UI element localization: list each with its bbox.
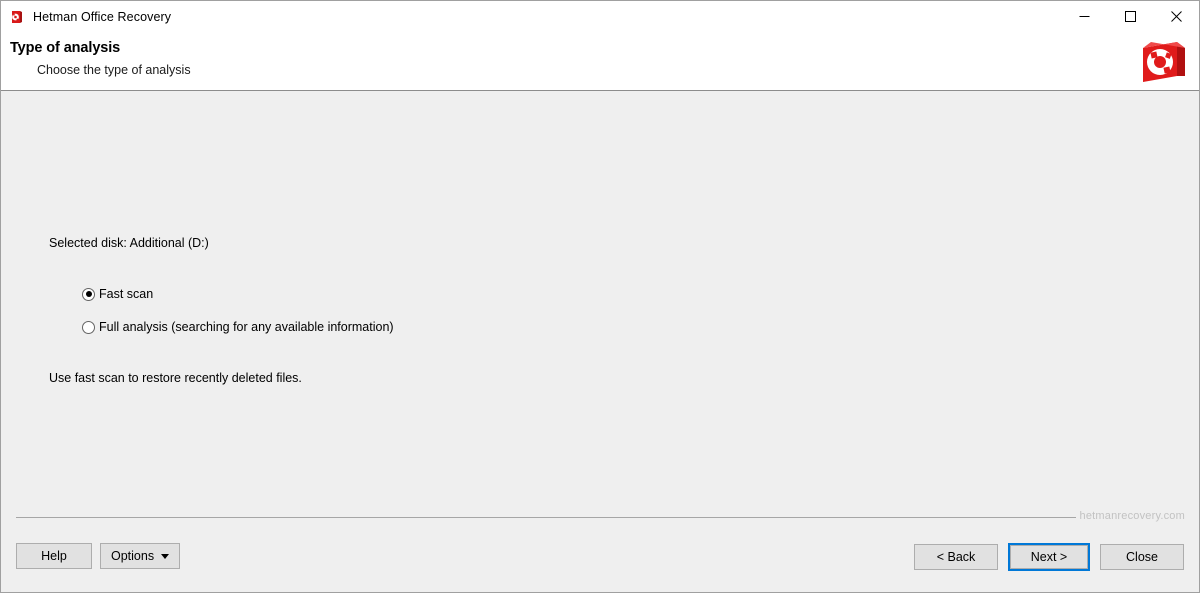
- close-button[interactable]: [1153, 1, 1199, 32]
- radio-fast-scan-icon[interactable]: [82, 287, 95, 301]
- radio-option-full-analysis[interactable]: Full analysis (searching for any availab…: [82, 318, 394, 336]
- footer-right-buttons: < Back Next > Close: [914, 543, 1184, 571]
- page-subtitle: Choose the type of analysis: [37, 63, 191, 77]
- next-button[interactable]: Next >: [1010, 545, 1088, 569]
- radio-option-fast-scan[interactable]: Fast scan: [82, 285, 394, 303]
- options-button[interactable]: Options: [100, 543, 181, 569]
- help-button[interactable]: Help: [16, 543, 92, 569]
- minimize-icon: [1079, 16, 1089, 17]
- radio-option-label: Full analysis (searching for any availab…: [99, 320, 394, 334]
- analysis-type-radio-group: Fast scan Full analysis (searching for a…: [82, 285, 394, 351]
- radio-full-analysis-icon[interactable]: [82, 320, 95, 334]
- options-button-label: Options: [111, 549, 155, 563]
- wizard-header: Type of analysis Choose the type of anal…: [1, 32, 1199, 91]
- minimize-button[interactable]: [1061, 1, 1107, 32]
- page-title: Type of analysis: [10, 40, 121, 56]
- hetman-logo: [1139, 36, 1189, 86]
- footer-divider: [16, 517, 1076, 518]
- radio-option-label: Fast scan: [99, 287, 154, 301]
- close-icon: [1170, 11, 1182, 22]
- chevron-down-icon: [161, 553, 170, 559]
- hetman-app-icon: [9, 9, 25, 25]
- selected-disk-label: Selected disk: Additional (D:): [49, 236, 209, 250]
- footer-left-buttons: Help Options: [16, 543, 181, 569]
- application-window: Hetman Office Recovery Type of analysis …: [0, 0, 1200, 593]
- title-bar: Hetman Office Recovery: [1, 1, 1199, 32]
- back-button[interactable]: < Back: [914, 544, 998, 570]
- maximize-button[interactable]: [1107, 1, 1153, 32]
- window-controls: [1061, 1, 1199, 32]
- window-title: Hetman Office Recovery: [33, 9, 172, 24]
- close-dialog-button[interactable]: Close: [1100, 544, 1184, 570]
- maximize-icon: [1124, 11, 1136, 22]
- footer-bar: hetmanrecovery.com Help Options < Back N…: [1, 510, 1199, 592]
- content-area: Selected disk: Additional (D:) Fast scan…: [1, 91, 1199, 536]
- watermark-text: hetmanrecovery.com: [1079, 510, 1185, 522]
- next-button-focus-ring: Next >: [1008, 543, 1090, 571]
- analysis-hint-text: Use fast scan to restore recently delete…: [49, 371, 302, 385]
